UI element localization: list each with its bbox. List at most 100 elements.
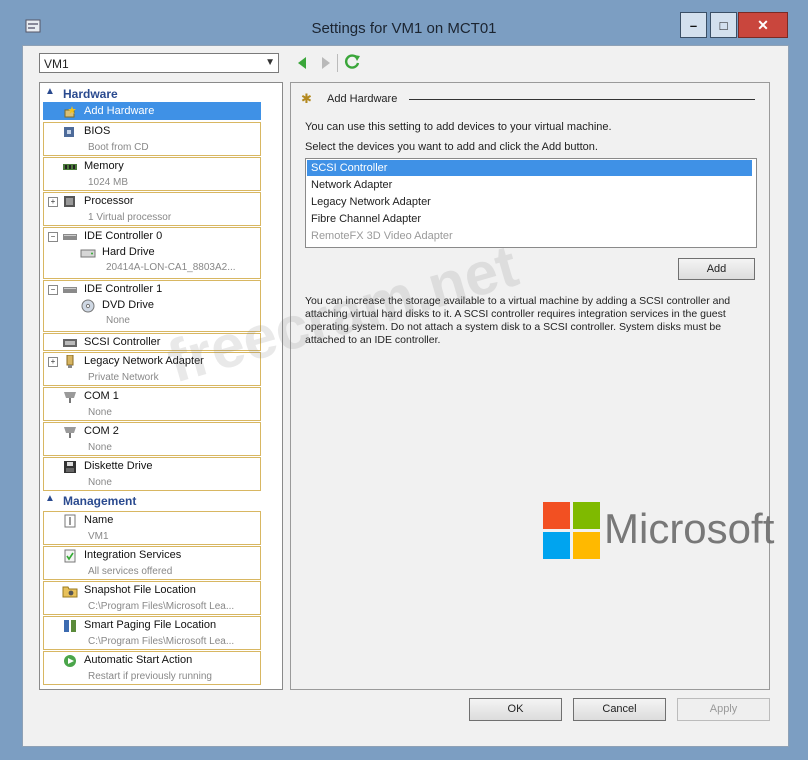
tree-item-dvd-drive[interactable]: DVD Drive None bbox=[44, 297, 262, 326]
tree-item-com2[interactable]: COM 2 None bbox=[43, 422, 261, 456]
cancel-button[interactable]: Cancel bbox=[573, 698, 666, 721]
tree-item-label: Add Hardware bbox=[84, 105, 155, 117]
tree-item-detail: Private Network bbox=[88, 372, 159, 383]
device-list[interactable]: SCSI Controller Network Adapter Legacy N… bbox=[305, 158, 757, 248]
toolbar-divider bbox=[337, 54, 338, 72]
tree-item-detail: None bbox=[88, 477, 112, 488]
tree-item-hard-drive[interactable]: Hard Drive 20414A-LON-CA1_8803A2... bbox=[44, 244, 262, 273]
tree-item-label: IDE Controller 1 bbox=[84, 283, 163, 295]
expand-icon[interactable]: + bbox=[48, 197, 58, 207]
tree-item-label: COM 2 bbox=[84, 425, 119, 437]
dvd-drive-icon bbox=[81, 299, 95, 313]
collapse-icon[interactable]: ▲ bbox=[45, 86, 55, 97]
collapse-icon[interactable]: − bbox=[48, 285, 58, 295]
maximize-button[interactable]: □ bbox=[710, 12, 737, 38]
device-list-item[interactable]: SCSI Controller bbox=[307, 160, 752, 176]
scsi-controller-icon bbox=[63, 339, 77, 347]
tree-item-ide-controller-0[interactable]: − IDE Controller 0 Hard Drive 20414A-LON… bbox=[43, 227, 261, 279]
intro-text: You can use this setting to add devices … bbox=[305, 121, 612, 133]
tree-item-label: Smart Paging File Location bbox=[84, 619, 217, 631]
tree-item-bios[interactable]: BIOS Boot from CD bbox=[43, 122, 261, 156]
group-divider bbox=[409, 99, 755, 100]
close-button[interactable]: ✕ bbox=[738, 12, 788, 38]
network-adapter-icon bbox=[66, 355, 74, 368]
tree-child-label: Hard Drive bbox=[102, 246, 155, 258]
add-button[interactable]: Add bbox=[678, 258, 755, 280]
expand-icon[interactable]: + bbox=[48, 357, 58, 367]
tree-item-processor[interactable]: + Processor 1 Virtual processor bbox=[43, 192, 261, 226]
tree-item-detail: 1 Virtual processor bbox=[88, 212, 172, 223]
tree-item-detail: 1024 MB bbox=[88, 177, 129, 188]
back-arrow-icon[interactable] bbox=[296, 56, 308, 70]
add-hardware-icon bbox=[64, 106, 76, 118]
integration-services-icon bbox=[64, 549, 76, 563]
smart-paging-icon bbox=[64, 620, 76, 632]
logo-square-yellow bbox=[573, 532, 600, 559]
chevron-down-icon: ▼ bbox=[265, 57, 275, 68]
device-list-item[interactable]: Fibre Channel Adapter bbox=[307, 211, 752, 227]
scsi-info-text: You can increase the storage available t… bbox=[305, 295, 731, 346]
title-bar[interactable]: Settings for VM1 on MCT01 – □ ✕ bbox=[0, 0, 808, 44]
device-list-item[interactable]: Legacy Network Adapter bbox=[307, 194, 752, 210]
tree-item-label: Legacy Network Adapter bbox=[84, 355, 204, 367]
apply-button: Apply bbox=[677, 698, 770, 721]
tree-item-detail: VM1 bbox=[88, 531, 109, 542]
vm-selector-value: VM1 bbox=[44, 57, 69, 71]
microsoft-wordmark: Microsoft bbox=[604, 505, 775, 552]
tree-item-scsi-controller[interactable]: SCSI Controller bbox=[43, 333, 261, 351]
tree-item-smart-paging-file-location[interactable]: Smart Paging File Location C:\Program Fi… bbox=[43, 616, 261, 650]
snapshot-folder-icon bbox=[62, 586, 78, 598]
tree-child-label: DVD Drive bbox=[102, 299, 154, 311]
tree-child-detail: None bbox=[106, 315, 130, 326]
refresh-icon[interactable] bbox=[344, 53, 361, 70]
hard-drive-icon bbox=[80, 249, 96, 258]
logo-square-blue bbox=[543, 532, 570, 559]
tree-item-legacy-network-adapter[interactable]: + Legacy Network Adapter Private Network bbox=[43, 352, 261, 386]
group-title: Add Hardware bbox=[327, 93, 398, 105]
tree-item-label: Integration Services bbox=[84, 549, 182, 561]
tree-item-detail: All services offered bbox=[88, 566, 173, 577]
settings-tree: ▲ Hardware Add Hardware BIOS Boot from C… bbox=[39, 82, 283, 690]
ok-button[interactable]: OK bbox=[469, 698, 562, 721]
memory-icon bbox=[63, 164, 77, 170]
device-list-item[interactable]: Network Adapter bbox=[307, 177, 752, 193]
tree-item-automatic-start-action[interactable]: Automatic Start Action Restart if previo… bbox=[43, 651, 261, 685]
bios-chip-icon bbox=[64, 127, 74, 137]
tree-item-integration-services[interactable]: Integration Services All services offere… bbox=[43, 546, 261, 580]
tree-item-add-hardware[interactable]: Add Hardware bbox=[43, 102, 261, 120]
tree-item-name[interactable]: Name VM1 bbox=[43, 511, 261, 545]
microsoft-logo-icon bbox=[543, 502, 601, 560]
tree-item-detail: C:\Program Files\Microsoft Lea... bbox=[88, 601, 235, 612]
section-management[interactable]: ▲ Management bbox=[41, 492, 280, 509]
name-field-icon bbox=[64, 514, 76, 528]
tree-item-memory[interactable]: Memory 1024 MB bbox=[43, 157, 261, 191]
vm-selector-dropdown[interactable]: VM1 ▼ bbox=[39, 53, 279, 73]
section-hardware[interactable]: ▲ Hardware bbox=[41, 85, 280, 102]
tree-item-label: Name bbox=[84, 514, 114, 526]
add-hardware-icon: ✱ bbox=[301, 91, 312, 106]
ide-controller-icon bbox=[63, 234, 77, 240]
select-prompt: Select the devices you want to add and c… bbox=[305, 141, 598, 153]
tree-item-label: IDE Controller 0 bbox=[84, 230, 163, 242]
tree-item-label: SCSI Controller bbox=[84, 336, 161, 348]
tree-item-snapshot-file-location[interactable]: Snapshot File Location C:\Program Files\… bbox=[43, 581, 261, 615]
settings-window: Settings for VM1 on MCT01 – □ ✕ VM1 ▼ ▲ … bbox=[0, 0, 808, 760]
device-list-item-disabled: RemoteFX 3D Video Adapter bbox=[311, 230, 453, 242]
tree-child-detail: 20414A-LON-CA1_8803A2... bbox=[106, 262, 236, 273]
tree-item-label: Snapshot File Location bbox=[84, 584, 196, 596]
com-port-icon bbox=[64, 392, 76, 403]
collapse-icon[interactable]: ▲ bbox=[45, 493, 55, 504]
tree-item-diskette-drive[interactable]: Diskette Drive None bbox=[43, 457, 261, 491]
tree-item-com1[interactable]: COM 1 None bbox=[43, 387, 261, 421]
logo-square-green bbox=[573, 502, 600, 529]
forward-arrow-icon[interactable] bbox=[320, 56, 332, 70]
com-port-icon bbox=[64, 427, 76, 438]
tree-item-label: COM 1 bbox=[84, 390, 119, 402]
start-action-icon bbox=[64, 655, 76, 667]
collapse-icon[interactable]: − bbox=[48, 232, 58, 242]
tree-item-ide-controller-1[interactable]: − IDE Controller 1 DVD Drive None bbox=[43, 280, 261, 332]
processor-icon bbox=[64, 196, 75, 207]
minimize-button[interactable]: – bbox=[680, 12, 707, 38]
tree-item-detail: None bbox=[88, 442, 112, 453]
tree-scrollbar[interactable]: ▲ ≡ ▼ bbox=[282, 83, 283, 689]
